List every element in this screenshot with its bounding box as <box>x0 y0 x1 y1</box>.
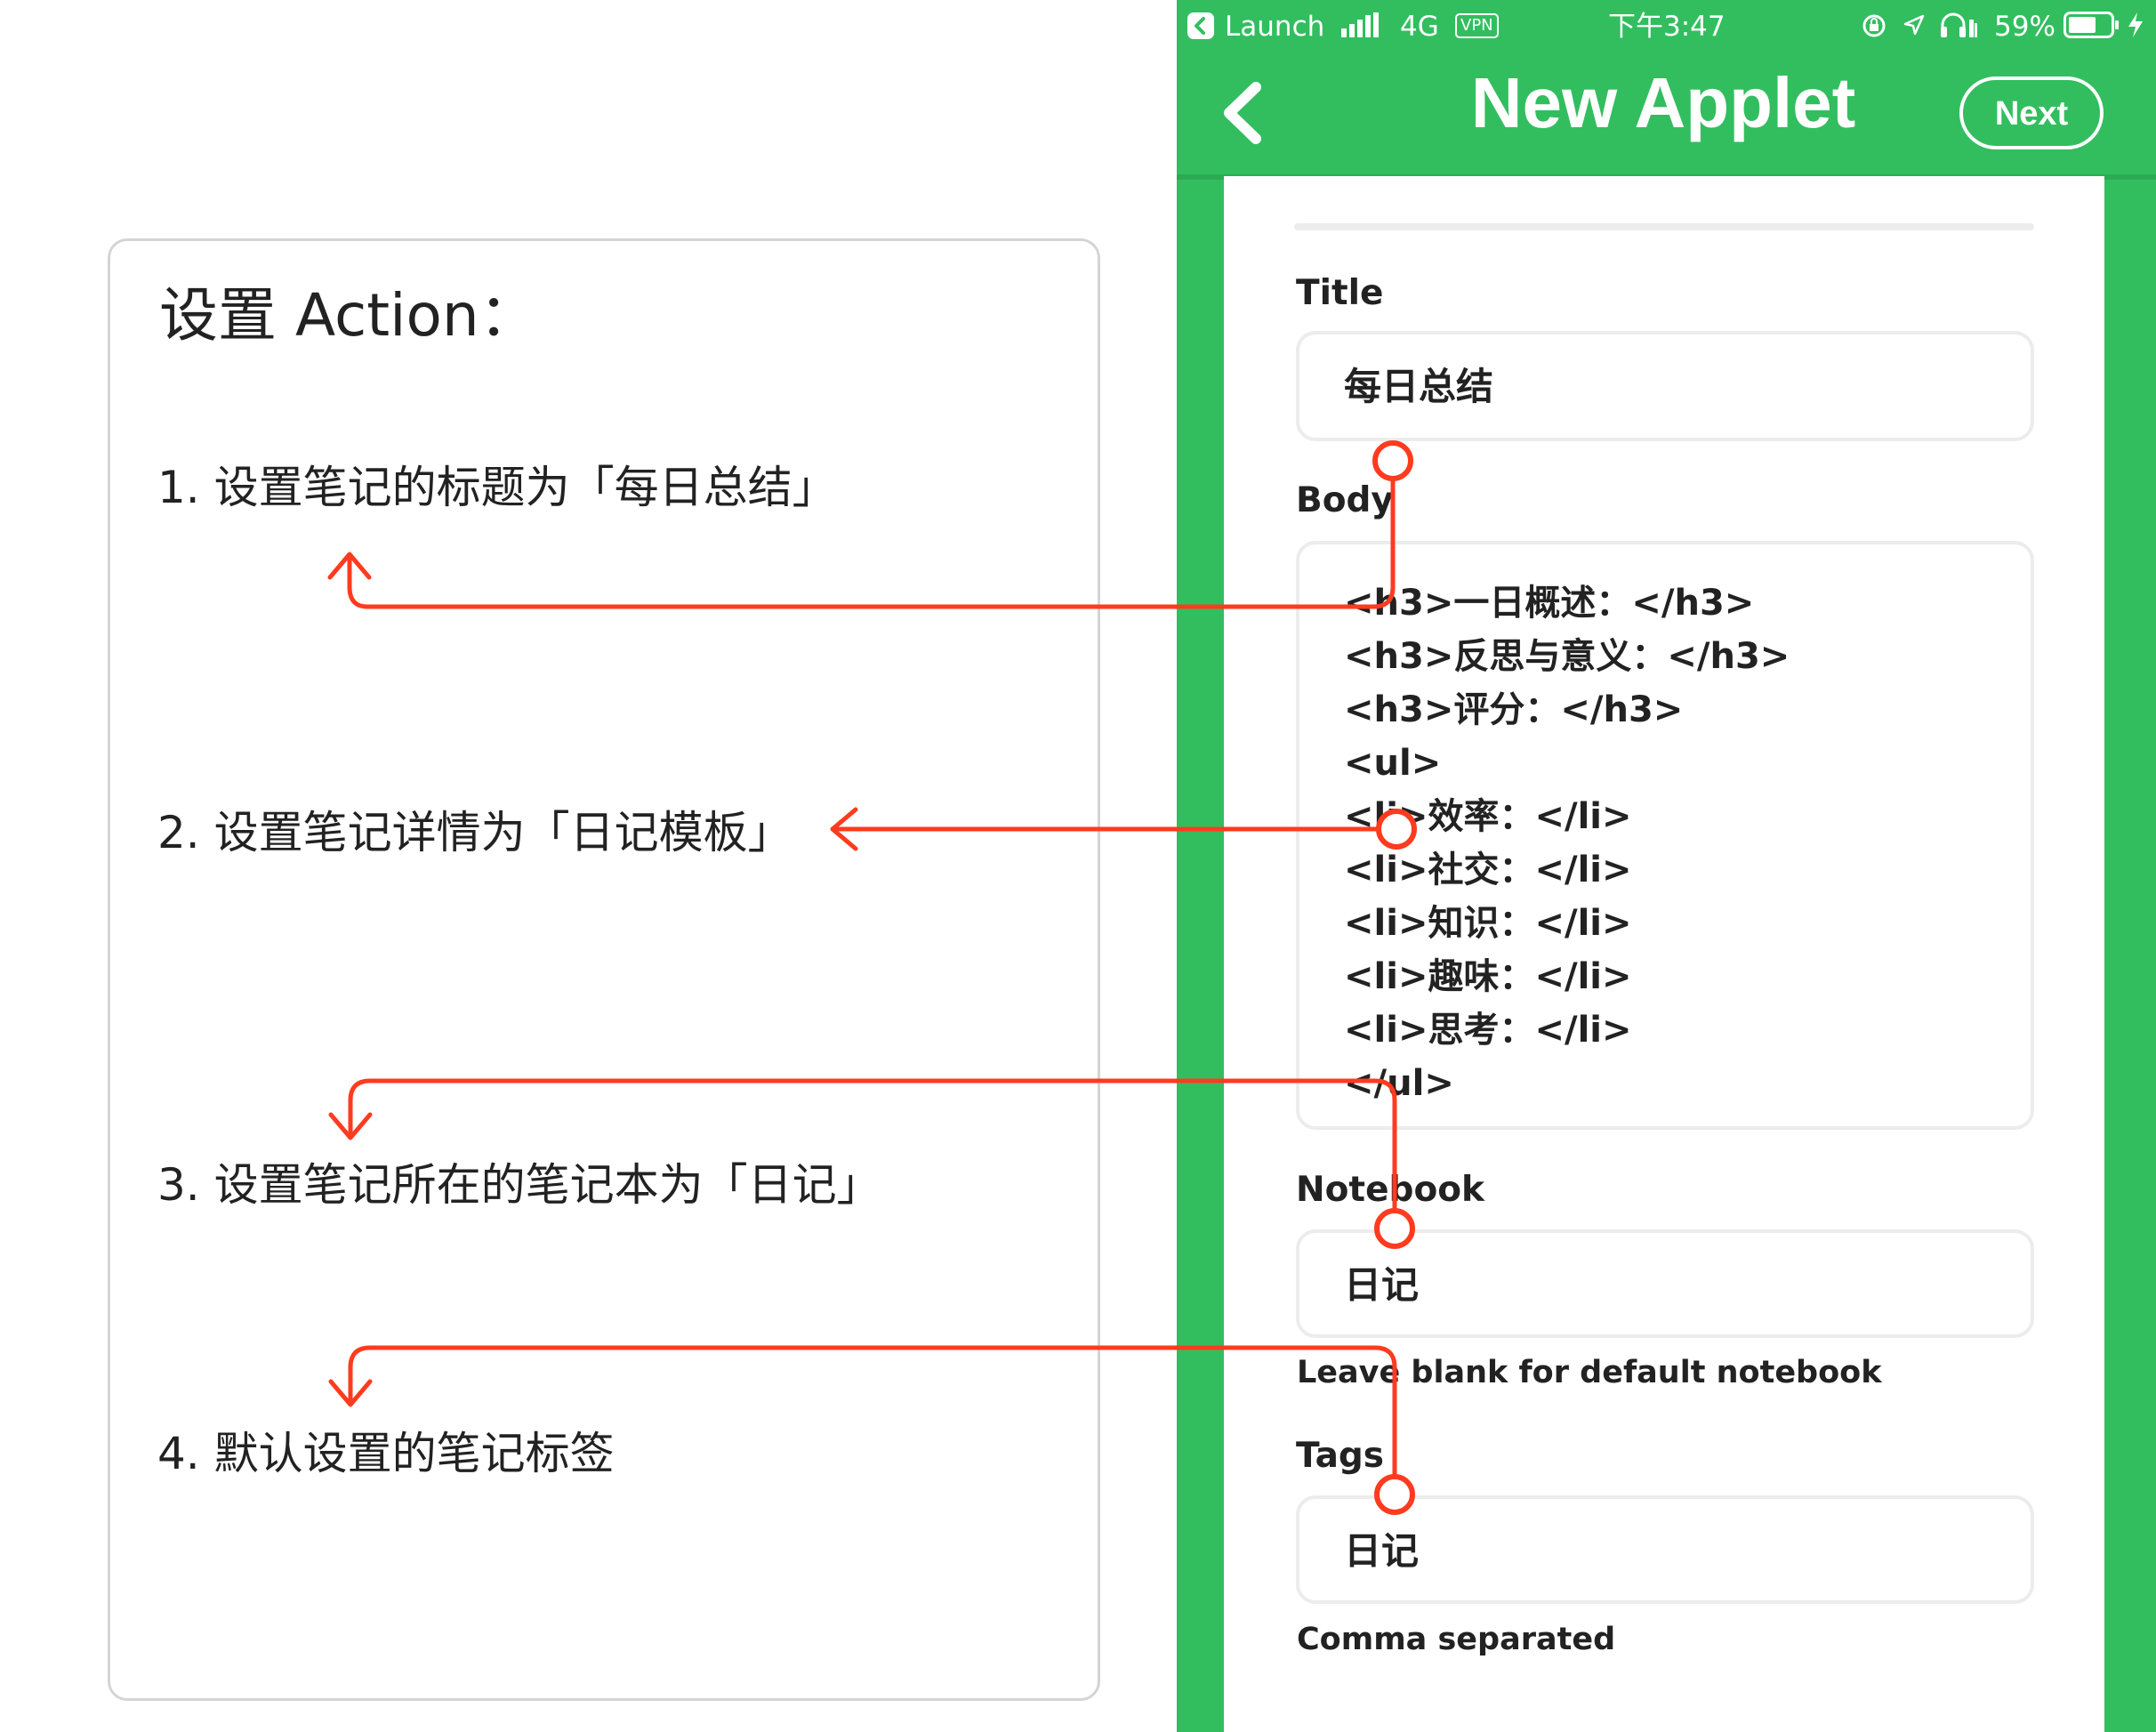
connector-tags-to-step4 <box>328 1345 1415 1515</box>
annotation-overlay <box>327 440 1417 1515</box>
connector-notebook-to-step3 <box>328 1078 1415 1249</box>
connector-title-to-step1 <box>327 440 1413 609</box>
connector-body-to-step2 <box>830 807 1417 851</box>
